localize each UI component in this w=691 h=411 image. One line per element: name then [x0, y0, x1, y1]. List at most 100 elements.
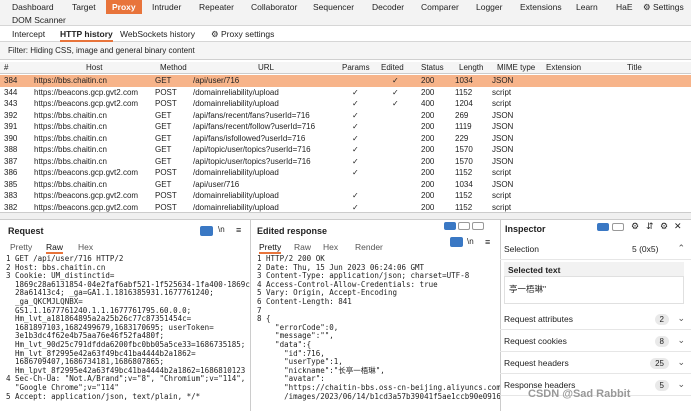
cell-number: 388 [4, 145, 18, 154]
col-header-number[interactable]: # [4, 63, 8, 72]
menu-icon[interactable]: ≡ [236, 225, 241, 235]
tab-collaborator[interactable]: Collaborator [251, 2, 297, 13]
table-row[interactable]: 388 https://bbs.chaitin.cn GET/api/topic/u… [0, 144, 691, 156]
table-row[interactable]: 390 https://bbs.chaitin.cn GET/api/fans/is… [0, 133, 691, 145]
table-row[interactable]: 391 https://bbs.chaitin.cn GET/api/fans/re… [0, 121, 691, 133]
newline-icon[interactable]: \n [218, 225, 225, 234]
cell-url: /api/user/716 [193, 179, 240, 189]
col-header-method[interactable]: Method [160, 63, 187, 72]
tab-comparer[interactable]: Comparer [421, 2, 459, 13]
table-row[interactable]: 387 https://bbs.chaitin.cn GET/api/topic/u… [0, 156, 691, 168]
col-header-host[interactable]: Host [86, 63, 102, 72]
request-tab-raw[interactable]: Raw [46, 242, 64, 254]
col-header-status[interactable]: Status [421, 63, 444, 72]
section-label: Request headers [504, 358, 569, 368]
request-editor[interactable]: 1 GET /api/user/716 HTTP/2 2 Host: bbs.ch… [6, 255, 250, 411]
split-handle[interactable] [0, 212, 691, 220]
chevron-down-icon[interactable]: ⌄ [677, 379, 685, 390]
response-tab-render[interactable]: Render [355, 242, 383, 252]
table-row[interactable]: 386 https://beacons.gcp.gvt2.com POST/doma… [0, 167, 691, 179]
tab-proxy[interactable]: Proxy [106, 0, 142, 14]
cell-mime: script [492, 87, 512, 97]
cell-method: POST [155, 99, 177, 108]
tab-learn[interactable]: Learn [576, 2, 598, 13]
inspector-close-icon[interactable]: ✕ [674, 221, 682, 232]
inspector-layout-button-2[interactable] [612, 223, 624, 231]
col-header-title[interactable]: Title [627, 63, 642, 72]
col-header-url[interactable]: URL [258, 63, 274, 72]
response-tab-raw[interactable]: Raw [294, 242, 311, 252]
pretty-print-toggle[interactable] [450, 237, 463, 247]
table-row[interactable]: 384 https://bbs.chaitin.cn GET/api/user/71… [0, 75, 691, 87]
inspector-request-cookies[interactable]: Request cookies 8 ⌄ [500, 330, 691, 352]
request-tab-pretty[interactable]: Pretty [10, 242, 32, 252]
layout-split-button[interactable] [444, 222, 456, 230]
table-row[interactable]: 383 https://beacons.gcp.gvt2.com POST/doma… [0, 190, 691, 202]
cell-url: /api/user/716 [193, 76, 240, 85]
cell-length: 1570 [455, 156, 473, 166]
count-badge: 5 [654, 380, 669, 391]
request-tab-hex[interactable]: Hex [78, 242, 93, 252]
inspector-request-headers[interactable]: Request headers 25 ⌄ [500, 352, 691, 374]
response-tab-hex[interactable]: Hex [323, 242, 338, 252]
tab-http-history[interactable]: HTTP history [60, 29, 113, 42]
tab-dashboard[interactable]: Dashboard [12, 2, 54, 13]
menu-icon[interactable]: ≡ [485, 237, 490, 247]
cell-params: ✓ [352, 191, 359, 200]
tab-websockets-history[interactable]: WebSockets history [120, 29, 195, 39]
inspector-selection[interactable]: Selection 5 (0x5) ⌃ [500, 238, 691, 260]
tab-extensions[interactable]: Extensions [520, 2, 562, 13]
cell-length: 1570 [455, 145, 473, 154]
response-editor[interactable]: 1 HTTP/2 200 OK 2 Date: Thu, 15 Jun 2023 … [257, 255, 500, 411]
chevron-down-icon[interactable]: ⌄ [677, 357, 685, 368]
proxy-settings-button[interactable]: ⚙ Proxy settings [211, 29, 274, 40]
pretty-print-toggle[interactable] [200, 226, 213, 236]
tab-dom-scanner[interactable]: DOM Scanner [12, 14, 66, 26]
inspector-gear-icon[interactable]: ⚙ [660, 221, 668, 232]
cell-url: /domainreliability/upload [193, 168, 279, 177]
cell-number: 344 [4, 87, 18, 97]
table-row[interactable]: 343 https://beacons.gcp.gvt2.com POST/doma… [0, 98, 691, 110]
cell-edited: ✓ [392, 76, 399, 85]
layout-horizontal-button[interactable] [458, 222, 470, 230]
tab-intruder[interactable]: Intruder [152, 2, 181, 13]
settings-button[interactable]: ⚙ Settings [643, 2, 684, 13]
tab-target[interactable]: Target [72, 2, 96, 13]
cell-mime: script [492, 191, 512, 200]
col-header-mime-type[interactable]: MIME type [497, 63, 535, 72]
col-header-params[interactable]: Params [342, 63, 370, 72]
col-header-length[interactable]: Length [459, 63, 483, 72]
cell-number: 343 [4, 99, 18, 108]
table-row[interactable]: 344 https://beacons.gcp.gvt2.com POST/doma… [0, 87, 691, 99]
table-row[interactable]: 385 https://bbs.chaitin.cn GET/api/user/71… [0, 179, 691, 191]
chevron-up-icon[interactable]: ⌃ [677, 243, 685, 254]
tab-hae[interactable]: HaE [616, 2, 633, 13]
tab-intercept[interactable]: Intercept [12, 29, 45, 39]
cell-number: 390 [4, 133, 18, 143]
newline-icon[interactable]: \n [467, 237, 474, 246]
tab-sequencer[interactable]: Sequencer [313, 2, 354, 13]
selected-text-value[interactable]: 亭一梧琳" [504, 276, 684, 304]
cell-method: GET [155, 145, 172, 154]
layout-vertical-button[interactable] [472, 222, 484, 230]
table-row[interactable]: 382 https://beacons.gcp.gvt2.com POST/doma… [0, 202, 691, 213]
tab-decoder[interactable]: Decoder [372, 2, 404, 13]
col-header-extension[interactable]: Extension [546, 63, 581, 72]
response-tab-pretty[interactable]: Pretty [259, 242, 282, 254]
chevron-down-icon[interactable]: ⌄ [677, 335, 685, 346]
table-row[interactable]: 392 https://bbs.chaitin.cn GET/api/fans/re… [0, 110, 691, 122]
gear-icon: ⚙ [211, 29, 219, 39]
tab-repeater[interactable]: Repeater [199, 2, 234, 13]
inspector-layout-button[interactable] [597, 223, 609, 231]
filter-bar[interactable]: Filter: Hiding CSS, image and general bi… [0, 42, 691, 60]
chevron-down-icon[interactable]: ⌄ [677, 313, 685, 324]
inspector-collapse-icon[interactable]: ⇵ [646, 221, 654, 232]
col-header-edited[interactable]: Edited [381, 63, 404, 72]
cell-method: GET [155, 156, 172, 166]
cell-status: 200 [421, 156, 435, 166]
cell-host: https://beacons.gcp.gvt2.com [34, 168, 139, 177]
inspector-request-attributes[interactable]: Request attributes 2 ⌄ [500, 308, 691, 330]
tab-logger[interactable]: Logger [476, 2, 502, 13]
inspector-settings-icon[interactable]: ⚙ [631, 221, 639, 232]
cell-number: 392 [4, 110, 18, 120]
